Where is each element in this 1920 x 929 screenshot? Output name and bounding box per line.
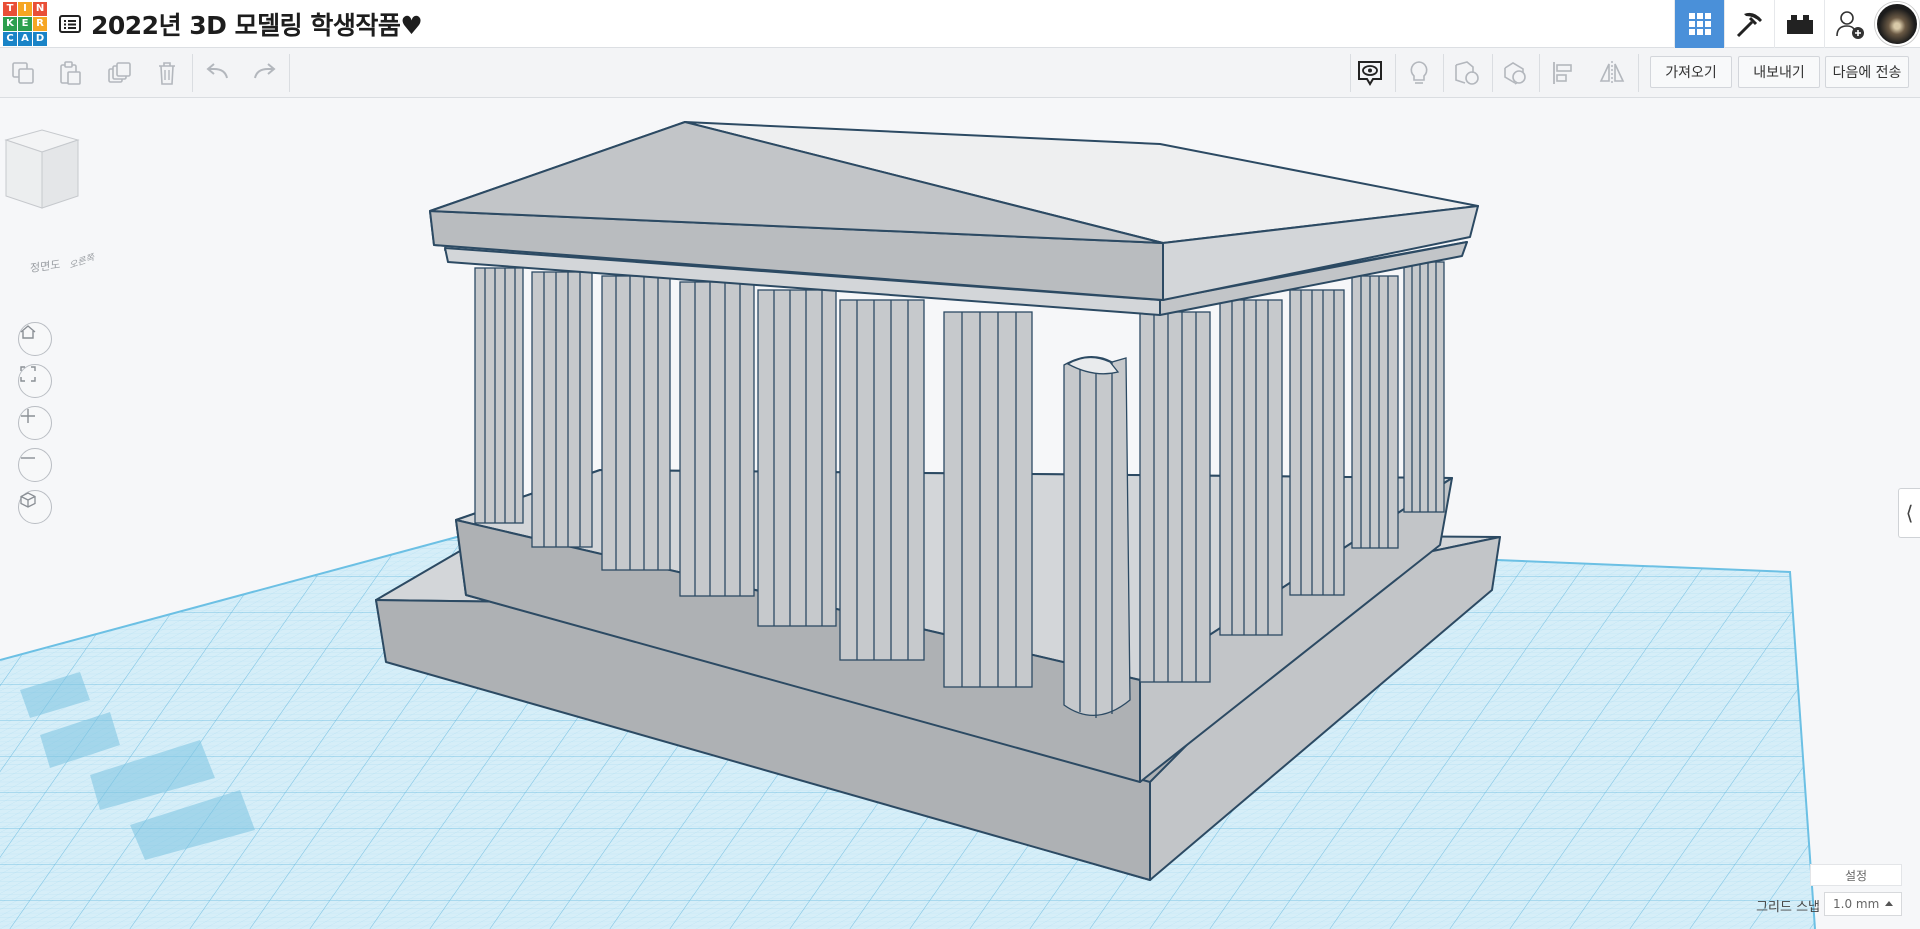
avatar[interactable] — [1875, 2, 1919, 46]
zoom-in-button[interactable] — [18, 406, 52, 440]
logo-letter: D — [33, 31, 47, 46]
settings-button[interactable]: 설정 — [1810, 864, 1902, 886]
header-actions — [1674, 0, 1920, 48]
logo-letter: I — [18, 1, 32, 16]
toolbar-divider — [192, 54, 193, 92]
import-button[interactable]: 가져오기 — [1650, 56, 1732, 88]
design-list-icon[interactable] — [59, 14, 81, 33]
toolbar-divider — [1492, 54, 1493, 92]
send-to-button[interactable]: 다음에 전송 — [1825, 56, 1909, 88]
column — [474, 267, 524, 524]
logo-letter: K — [3, 16, 17, 31]
user-profile[interactable] — [1874, 0, 1920, 48]
duplicate-icon[interactable] — [104, 58, 134, 88]
toolbar-divider — [1350, 54, 1351, 92]
toolbar-divider — [1638, 54, 1639, 92]
perspective-icon — [20, 492, 36, 508]
zoom-out-button[interactable] — [18, 448, 52, 482]
grid-snap-select[interactable]: 1.0 mm — [1824, 892, 1902, 916]
bricks-view-button[interactable] — [1774, 0, 1824, 48]
paste-icon[interactable] — [55, 58, 85, 88]
toolbar-divider — [289, 54, 290, 92]
column — [1219, 299, 1283, 636]
build-blocks-view-button[interactable] — [1724, 0, 1774, 48]
perspective-toggle-button[interactable] — [18, 490, 52, 524]
column — [1403, 261, 1445, 513]
redo-icon[interactable] — [249, 58, 279, 88]
workplane-viewport[interactable]: 정면도 오른쪽 ⟨ — [0, 98, 1920, 929]
toolbar-divider — [1395, 54, 1396, 92]
grid-snap-value: 1.0 mm — [1833, 897, 1880, 911]
fit-all-button[interactable] — [18, 364, 52, 398]
fit-all-icon — [20, 366, 36, 382]
design-title[interactable]: 2022년 3D 모델링 학생작품♥ — [91, 6, 423, 42]
grid-icon — [1688, 13, 1711, 35]
column — [1351, 275, 1399, 549]
ruler-icon[interactable] — [1500, 58, 1530, 88]
logo-letter: T — [3, 1, 17, 16]
toolbar-divider — [1443, 54, 1444, 92]
add-user-icon — [1835, 11, 1864, 39]
pickaxe-icon — [1736, 12, 1762, 38]
grid-snap-label: 그리드 스냅 — [1756, 900, 1820, 915]
column — [757, 289, 837, 627]
logo-letter: N — [33, 1, 47, 16]
toolbar-divider — [1539, 54, 1540, 92]
brick-icon — [1786, 15, 1813, 34]
zoom-out-icon — [21, 457, 35, 459]
align-icon[interactable] — [1548, 58, 1578, 88]
mirror-icon[interactable] — [1597, 58, 1627, 88]
column — [839, 299, 925, 661]
lightbulb-icon[interactable] — [1404, 58, 1434, 88]
caret-up-icon — [1885, 901, 1893, 906]
3d-scene[interactable] — [0, 98, 1920, 929]
delete-icon[interactable] — [152, 58, 182, 88]
3d-design-view-button[interactable] — [1674, 0, 1724, 48]
top-header: T I N K E R C A D 2022년 3D 모델링 학생작품♥ — [0, 0, 1920, 48]
logo-letter: E — [18, 16, 32, 31]
home-icon — [20, 325, 36, 339]
invite-user-button[interactable] — [1824, 0, 1874, 48]
zoom-in-icon — [21, 409, 35, 423]
column — [943, 311, 1033, 688]
export-button[interactable]: 내보내기 — [1738, 56, 1820, 88]
panel-collapse-toggle[interactable]: ⟨ — [1898, 488, 1920, 538]
view-cube[interactable] — [0, 126, 84, 210]
workplane-icon[interactable] — [1452, 58, 1482, 88]
column — [601, 275, 671, 571]
column — [1289, 289, 1345, 596]
column — [1139, 311, 1211, 683]
edit-toolbar: 가져오기 내보내기 다음에 전송 — [0, 48, 1920, 98]
column — [531, 271, 593, 548]
tinkercad-logo[interactable]: T I N K E R C A D — [3, 1, 47, 46]
notes-visibility-icon[interactable] — [1355, 58, 1385, 88]
undo-icon[interactable] — [203, 58, 233, 88]
copy-icon[interactable] — [8, 58, 38, 88]
logo-letter: R — [33, 16, 47, 31]
column — [679, 281, 755, 597]
column-broken — [1063, 356, 1131, 718]
chevron-left-icon: ⟨ — [1905, 501, 1914, 525]
logo-letter: A — [18, 31, 32, 46]
home-view-button[interactable] — [18, 322, 52, 356]
logo-letter: C — [3, 31, 17, 46]
